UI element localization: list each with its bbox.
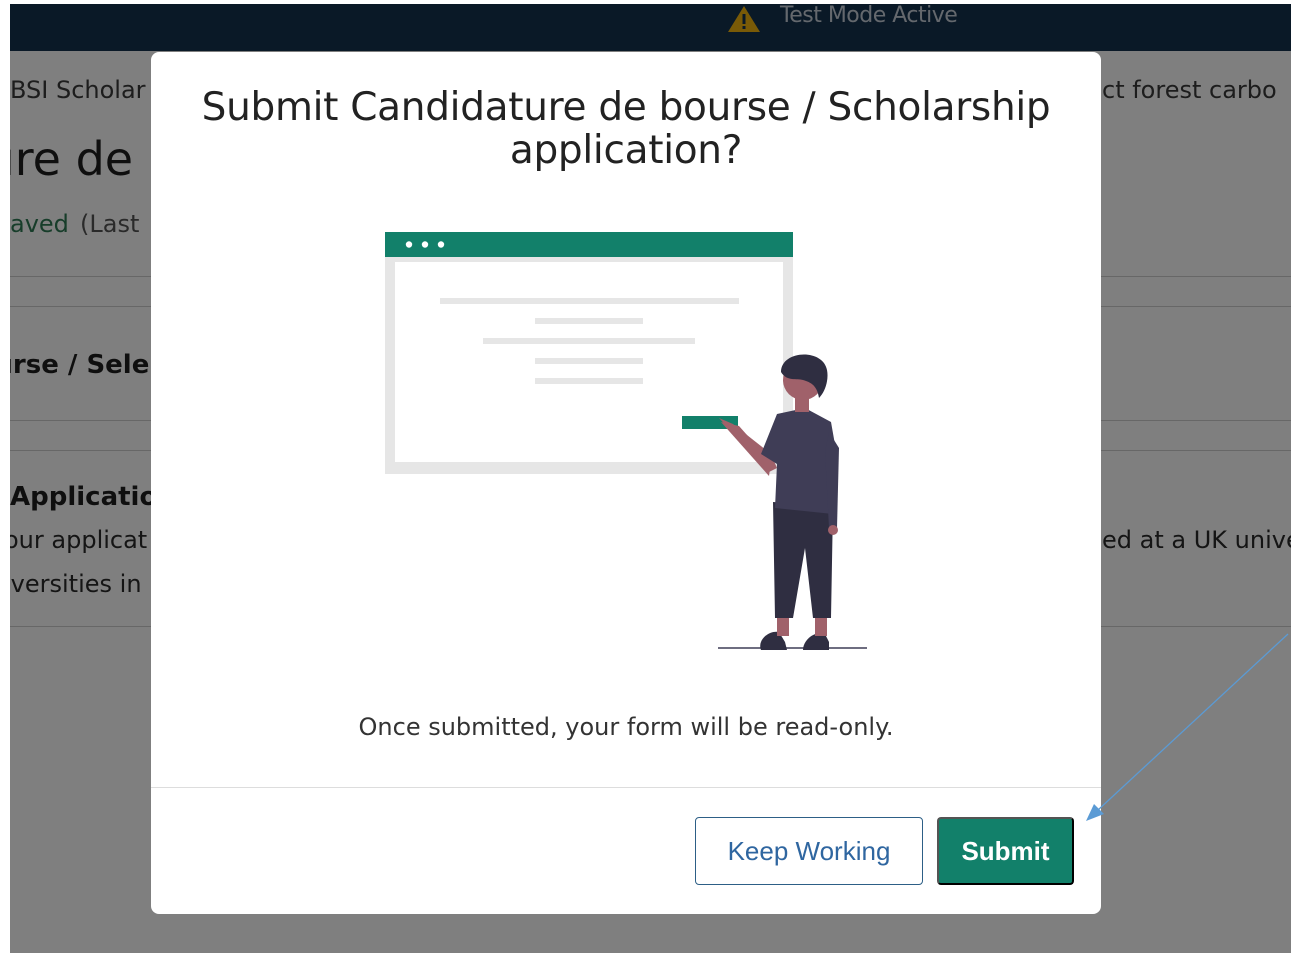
keep-working-button[interactable]: Keep Working	[695, 817, 923, 885]
submit-button[interactable]: Submit	[937, 817, 1074, 885]
dialog-message: Once submitted, your form will be read-o…	[358, 713, 894, 741]
annotation-arrow-icon	[1086, 633, 1289, 821]
form-presentation-illustration	[385, 232, 867, 650]
submit-confirmation-dialog: Submit Candidature de bourse / Scholarsh…	[151, 52, 1101, 914]
application-page: Test Mode Active BSI Scholar ct forest c…	[10, 4, 1291, 953]
dialog-title: Submit Candidature de bourse / Scholarsh…	[201, 85, 1051, 173]
dialog-footer-divider	[151, 787, 1101, 788]
browser-title-bar	[385, 232, 793, 257]
